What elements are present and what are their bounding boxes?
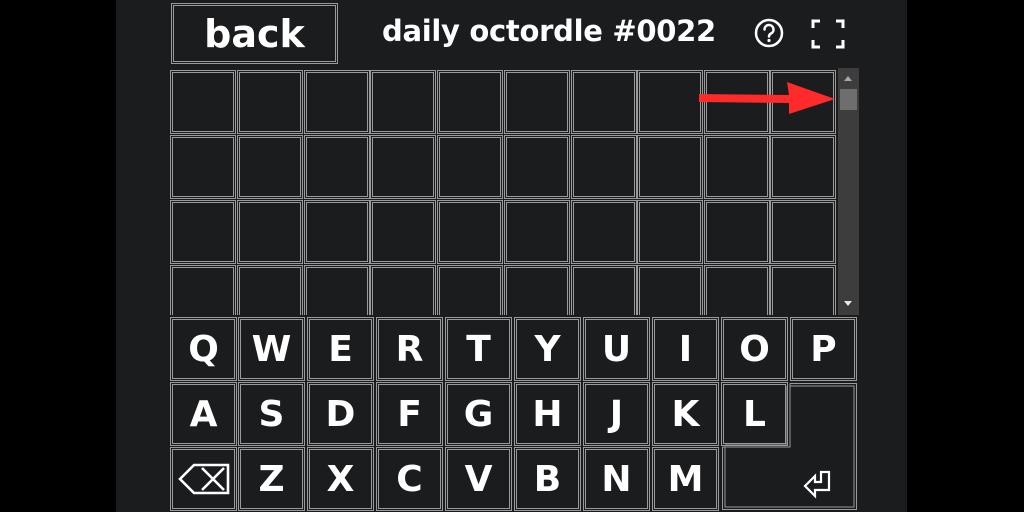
- key-w[interactable]: W: [238, 317, 305, 381]
- board-cell: [370, 200, 436, 264]
- board-cell: [571, 265, 637, 315]
- key-e[interactable]: E: [307, 317, 374, 381]
- page-title: daily octordle #0022: [382, 14, 716, 48]
- board-cell: [704, 200, 770, 264]
- board-cell: [571, 200, 637, 264]
- board-cell: [170, 265, 236, 315]
- key-u[interactable]: U: [583, 317, 650, 381]
- board-cell: [437, 200, 503, 264]
- key-c[interactable]: C: [376, 447, 443, 511]
- key-b[interactable]: B: [514, 447, 581, 511]
- key-h[interactable]: H: [514, 382, 581, 446]
- board-cell: [170, 135, 236, 199]
- board-cell: [504, 135, 570, 199]
- board-scrollbar[interactable]: [838, 68, 859, 315]
- board-cell: [237, 70, 303, 134]
- board-cell: [637, 135, 703, 199]
- board-cell: [370, 135, 436, 199]
- key-m[interactable]: M: [652, 447, 719, 511]
- board-cell: [571, 135, 637, 199]
- board-cell: [170, 200, 236, 264]
- board-cell: [770, 265, 836, 315]
- back-button[interactable]: back: [171, 3, 338, 64]
- scroll-up-arrow-icon[interactable]: [844, 76, 852, 81]
- board-cell: [504, 200, 570, 264]
- key-o[interactable]: O: [721, 317, 788, 381]
- enter-icon: [803, 470, 831, 499]
- board-cell: [304, 200, 370, 264]
- key-v[interactable]: V: [445, 447, 512, 511]
- key-p[interactable]: P: [790, 317, 857, 381]
- board-cell: [237, 135, 303, 199]
- board-cell: [304, 265, 370, 315]
- board-cell: [637, 70, 703, 134]
- scrollbar-thumb[interactable]: [840, 89, 857, 110]
- help-icon[interactable]: [754, 18, 784, 48]
- board-cell: [304, 70, 370, 134]
- board-cell: [370, 265, 436, 315]
- key-z[interactable]: Z: [238, 447, 305, 511]
- board-cell: [504, 265, 570, 315]
- key-s[interactable]: S: [238, 382, 305, 446]
- board-cell: [237, 265, 303, 315]
- key-q[interactable]: Q: [170, 317, 237, 381]
- board-cell: [571, 70, 637, 134]
- board-cell: [770, 135, 836, 199]
- key-y[interactable]: Y: [514, 317, 581, 381]
- enter-key[interactable]: [721, 382, 858, 511]
- key-i[interactable]: I: [652, 317, 719, 381]
- scroll-down-arrow-icon[interactable]: [844, 301, 852, 306]
- fullscreen-icon[interactable]: [811, 19, 845, 49]
- board-cell: [304, 135, 370, 199]
- board-cell: [637, 200, 703, 264]
- key-x[interactable]: X: [307, 447, 374, 511]
- key-r[interactable]: R: [376, 317, 443, 381]
- key-n[interactable]: N: [583, 447, 650, 511]
- backspace-icon: [177, 463, 229, 495]
- key-j[interactable]: J: [583, 382, 650, 446]
- board-cell: [370, 70, 436, 134]
- key-t[interactable]: T: [445, 317, 512, 381]
- key-g[interactable]: G: [445, 382, 512, 446]
- red-arrow-annotation-icon: [699, 82, 835, 114]
- board-cell: [704, 265, 770, 315]
- key-f[interactable]: F: [376, 382, 443, 446]
- board-cell: [504, 70, 570, 134]
- board-cell: [770, 200, 836, 264]
- board-cell: [437, 135, 503, 199]
- board-cell: [237, 200, 303, 264]
- board-cell: [437, 70, 503, 134]
- board-cell: [637, 265, 703, 315]
- board-cell: [170, 70, 236, 134]
- key-a[interactable]: A: [170, 382, 237, 446]
- key-d[interactable]: D: [307, 382, 374, 446]
- backspace-key[interactable]: [170, 447, 237, 511]
- board-cell: [437, 265, 503, 315]
- key-k[interactable]: K: [652, 382, 719, 446]
- board-cell: [704, 135, 770, 199]
